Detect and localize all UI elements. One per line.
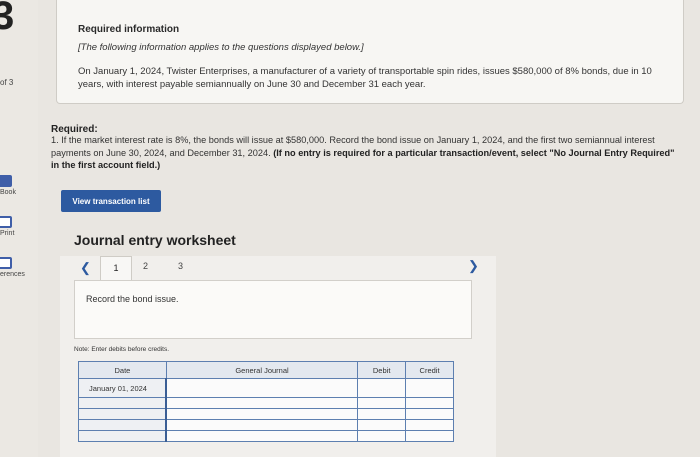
references-label: erences xyxy=(0,271,25,278)
print-tool[interactable]: Print xyxy=(0,216,38,237)
debit-cell[interactable] xyxy=(357,397,407,409)
table-row xyxy=(78,397,454,409)
instruction-box: Record the bond issue. xyxy=(74,280,472,339)
required-information-panel: Required information [The following info… xyxy=(56,0,684,104)
print-icon xyxy=(0,216,12,228)
view-transaction-list-button[interactable]: View transaction list xyxy=(61,190,161,212)
tab-2[interactable]: 2 xyxy=(143,261,148,271)
debit-cell[interactable] xyxy=(357,419,407,431)
account-cell[interactable] xyxy=(165,408,359,420)
account-cell[interactable] xyxy=(165,419,359,431)
account-cell[interactable] xyxy=(165,430,359,442)
debit-cell[interactable] xyxy=(357,408,407,420)
date-cell[interactable]: January 01, 2024 xyxy=(78,378,167,398)
references-icon xyxy=(0,257,12,269)
general-journal-header: General Journal xyxy=(165,361,359,379)
debit-cell[interactable] xyxy=(357,378,407,398)
table-row xyxy=(78,419,454,431)
credit-cell[interactable] xyxy=(405,419,454,431)
info-italic-note: [The following information applies to th… xyxy=(78,42,364,53)
table-row: January 01, 2024 xyxy=(78,378,454,398)
account-cell[interactable] xyxy=(165,397,359,409)
table-row xyxy=(78,408,454,420)
info-body: On January 1, 2024, Twister Enterprises,… xyxy=(78,66,652,90)
instruction-text: Record the bond issue. xyxy=(86,294,179,304)
credit-cell[interactable] xyxy=(405,430,454,442)
book-icon xyxy=(0,175,12,187)
credit-cell[interactable] xyxy=(405,397,454,409)
credit-header: Credit xyxy=(405,361,454,379)
date-header: Date xyxy=(78,361,167,379)
info-heading: Required information xyxy=(78,24,180,35)
print-label: Print xyxy=(0,230,15,237)
debits-note: Note: Enter debits before credits. xyxy=(74,346,170,353)
book-tool[interactable]: Book xyxy=(0,175,38,196)
debit-cell[interactable] xyxy=(357,430,407,442)
debit-header: Debit xyxy=(357,361,407,379)
credit-cell[interactable] xyxy=(405,408,454,420)
journal-table: Date General Journal Debit Credit Januar… xyxy=(78,361,454,442)
book-label: Book xyxy=(0,189,16,196)
table-header-row: Date General Journal Debit Credit xyxy=(78,361,454,379)
question-count: of 3 xyxy=(0,78,14,87)
chevron-right-icon[interactable]: ❯ xyxy=(468,258,479,274)
credit-cell[interactable] xyxy=(405,378,454,398)
date-cell[interactable] xyxy=(78,408,167,420)
table-row xyxy=(78,430,454,442)
worksheet-title: Journal entry worksheet xyxy=(74,232,236,248)
tab-3[interactable]: 3 xyxy=(178,261,183,271)
date-cell[interactable] xyxy=(78,419,167,431)
chevron-left-icon[interactable]: ❮ xyxy=(80,260,91,276)
required-text: 1. If the market interest rate is 8%, th… xyxy=(51,134,681,172)
date-cell[interactable] xyxy=(78,397,167,409)
date-cell[interactable] xyxy=(78,430,167,442)
account-cell[interactable] xyxy=(165,378,359,398)
tab-1[interactable]: 1 xyxy=(100,256,132,281)
references-tool[interactable]: erences xyxy=(0,257,38,278)
question-number: 3 xyxy=(0,0,15,38)
